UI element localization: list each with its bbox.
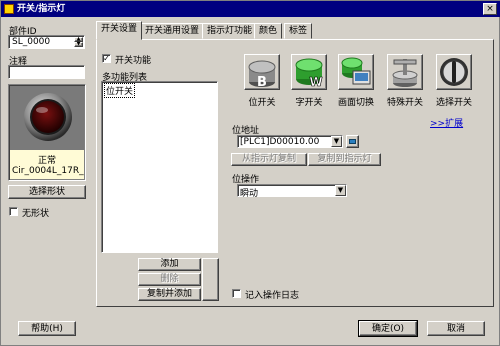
bit-action-value: 瞬动: [240, 189, 259, 199]
help-button[interactable]: 帮助(H): [18, 321, 76, 336]
multi-function-list[interactable]: 位开关: [101, 81, 218, 253]
dialog-window: 开关/指示灯 × 部件ID SL_0000 ▲ ▼ 注释 正常 Cir_0004…: [0, 0, 500, 346]
part-id-spinner[interactable]: ▲ ▼: [74, 37, 83, 47]
bit-switch-label: 位开关: [248, 98, 276, 108]
app-icon: [4, 4, 14, 14]
word-switch-icon: W: [295, 58, 323, 89]
svg-text:B: B: [257, 75, 267, 89]
tab-color[interactable]: 颜色: [254, 23, 283, 39]
bit-switch-icon: B: [248, 60, 276, 90]
special-switch-label: 特殊开关: [386, 98, 423, 108]
copy-add-button[interactable]: 复制并添加: [138, 288, 201, 301]
window-title: 开关/指示灯: [17, 4, 66, 14]
bit-address-value: [PLC1]D00010.00: [240, 137, 320, 147]
selector-switch-icon: [440, 58, 468, 86]
bit-switch-tile[interactable]: B: [244, 54, 280, 90]
tab-label[interactable]: 标签: [284, 23, 313, 39]
preview-shape-name: Cir_0004L_17R_...: [12, 166, 84, 176]
chevron-down-icon[interactable]: ▼: [331, 136, 342, 147]
shape-preview: 正常 Cir_0004L_17R_...: [8, 84, 86, 181]
add-button[interactable]: 添加: [138, 258, 201, 271]
no-shape-checkbox[interactable]: [9, 207, 18, 216]
part-id-value: SL_0000: [12, 37, 51, 47]
part-id-field[interactable]: SL_0000 ▲ ▼: [8, 35, 85, 49]
log-checkbox[interactable]: [232, 289, 241, 298]
cancel-button[interactable]: 取消: [427, 321, 485, 336]
word-switch-tile[interactable]: W: [291, 54, 327, 90]
comment-field[interactable]: [8, 65, 85, 79]
ok-button[interactable]: 确定(O): [358, 320, 418, 337]
no-shape-label: 无形状: [22, 209, 50, 219]
special-switch-tile[interactable]: [387, 54, 423, 90]
copy-to-indicator-button[interactable]: 复制到指示灯: [308, 153, 381, 166]
address-input-button[interactable]: [346, 135, 359, 148]
log-checkbox-label: 记入操作日志: [245, 291, 300, 301]
keypad-icon: [349, 139, 356, 144]
expand-link[interactable]: >>扩展: [430, 116, 463, 129]
preview-caption: 正常 Cir_0004L_17R_...: [10, 150, 84, 179]
preview-state: 正常: [37, 156, 56, 166]
tab-indicator-function[interactable]: 指示灯功能: [202, 23, 258, 39]
lamp-preview-icon: [24, 93, 72, 141]
delete-button[interactable]: 删除: [138, 273, 201, 286]
tab-common-settings[interactable]: 开关通用设置: [140, 23, 205, 39]
close-icon[interactable]: ×: [483, 3, 497, 15]
bit-action-select[interactable]: 瞬动 ▼: [237, 184, 347, 199]
screen-change-label: 画面切换: [337, 98, 374, 108]
screen-change-tile[interactable]: [338, 54, 374, 90]
spin-down-icon[interactable]: ▼: [74, 42, 83, 47]
chevron-down-icon[interactable]: ▼: [335, 185, 346, 196]
switch-function-checkbox[interactable]: ✓: [102, 54, 111, 63]
reorder-button[interactable]: [202, 258, 219, 301]
word-switch-label: 字开关: [295, 98, 323, 108]
list-item[interactable]: 位开关: [104, 83, 136, 98]
special-switch-icon: [392, 59, 418, 87]
title-bar[interactable]: 开关/指示灯: [1, 1, 500, 17]
select-shape-button[interactable]: 选择形状: [8, 185, 86, 199]
selector-switch-tile[interactable]: [436, 54, 472, 90]
svg-text:W: W: [309, 75, 322, 89]
copy-from-indicator-button[interactable]: 从指示灯复制: [231, 153, 307, 166]
selector-switch-label: 选择开关: [435, 98, 472, 108]
switch-function-label: 开关功能: [115, 56, 152, 66]
screen-change-icon: [341, 57, 371, 85]
tab-switch-settings[interactable]: 开关设置: [96, 21, 143, 40]
bit-address-combo[interactable]: [PLC1]D00010.00 ▼: [237, 135, 343, 148]
